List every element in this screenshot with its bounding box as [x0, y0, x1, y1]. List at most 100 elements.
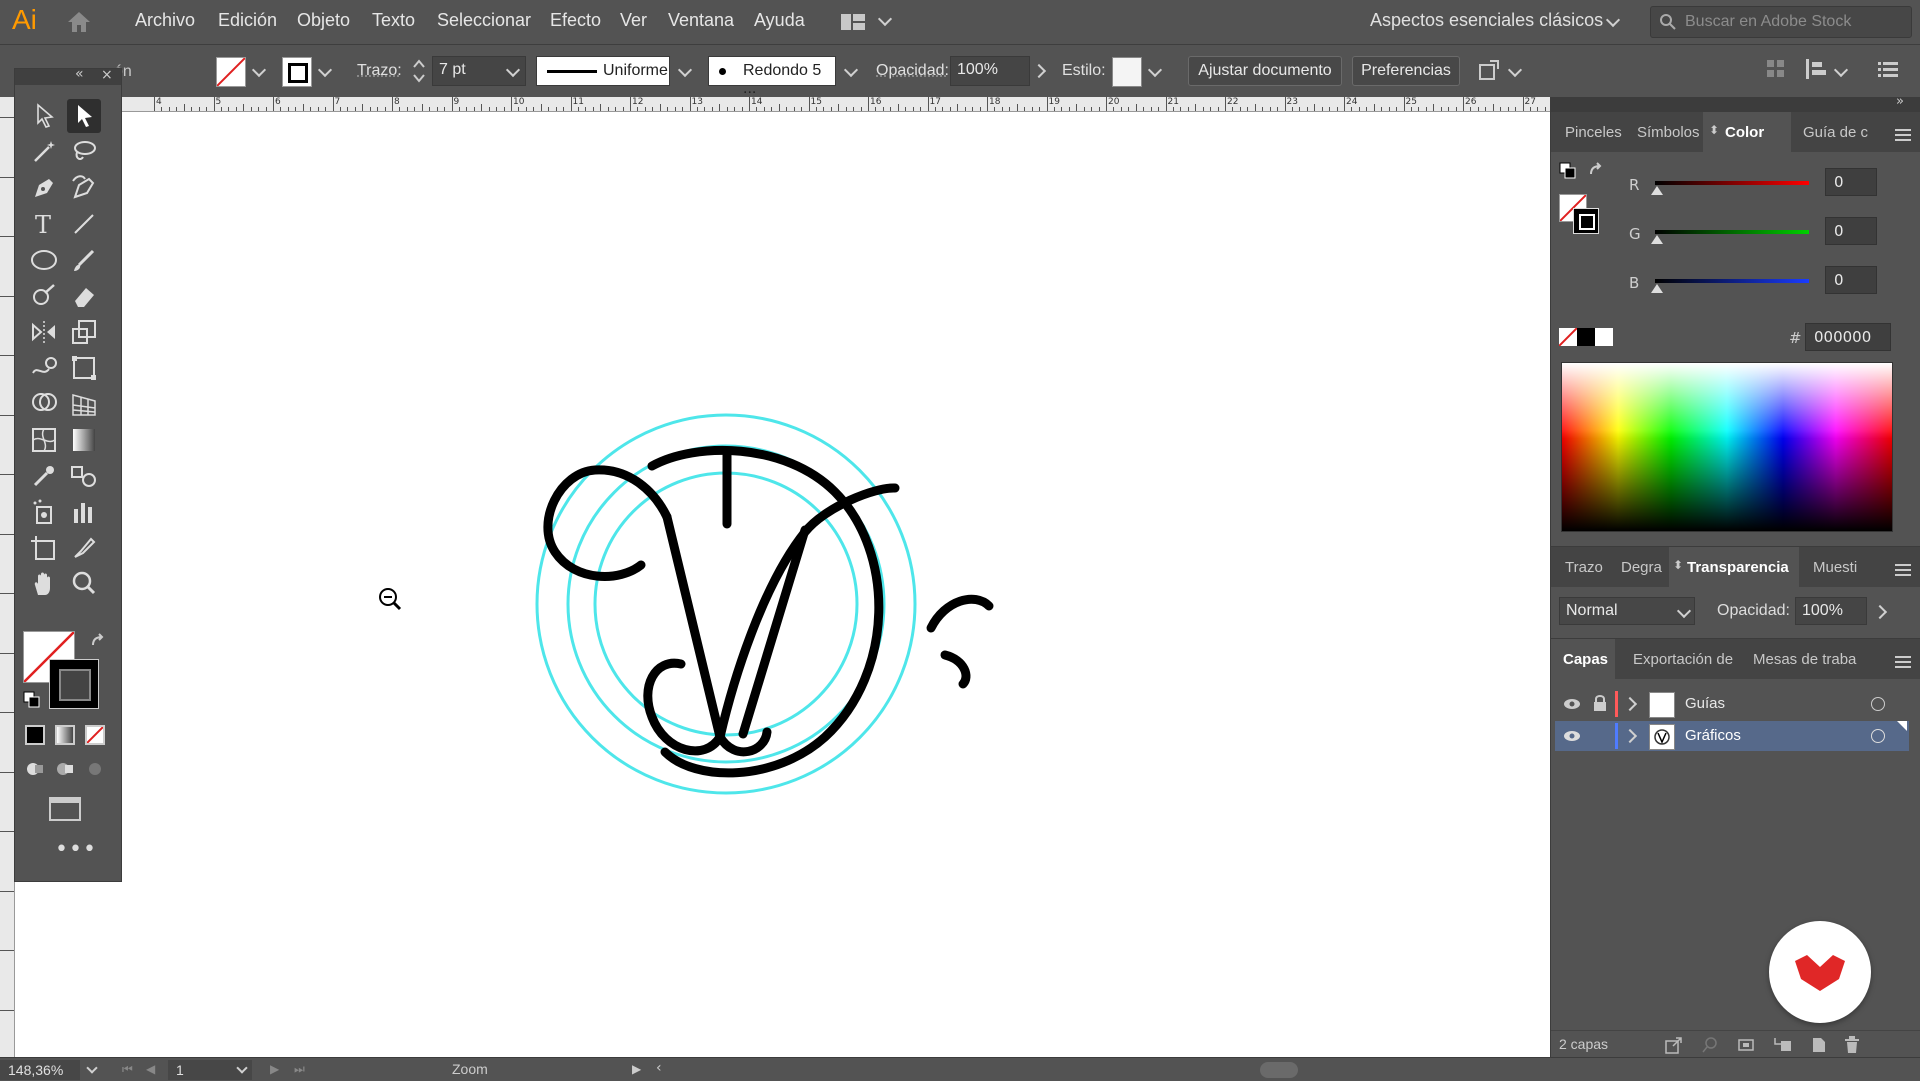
export-icon[interactable]: [1665, 1036, 1683, 1058]
menu-efecto[interactable]: Efecto: [550, 10, 601, 31]
default-colors-icon[interactable]: [23, 691, 41, 713]
expand-layer-icon[interactable]: [1623, 697, 1637, 711]
menu-edicion[interactable]: Edición: [218, 10, 277, 31]
brush-select[interactable]: Redondo 5 ...: [708, 56, 836, 86]
column-graph-tool-icon[interactable]: [67, 495, 101, 529]
line-tool-icon[interactable]: [67, 207, 101, 241]
layer-row-graficos[interactable]: Gráficos: [1555, 721, 1909, 751]
menu-texto[interactable]: Texto: [372, 10, 415, 31]
tab-artboards[interactable]: Mesas de traba: [1753, 651, 1856, 668]
layer-name[interactable]: Gráficos: [1685, 727, 1741, 744]
shape-builder-tool-icon[interactable]: [27, 387, 61, 421]
new-sublayer-icon[interactable]: [1773, 1036, 1793, 1058]
direct-selection-tool-icon[interactable]: [67, 99, 101, 133]
r-field[interactable]: 0: [1825, 168, 1877, 196]
draw-inside-icon[interactable]: [85, 759, 105, 783]
draw-behind-icon[interactable]: [55, 759, 75, 783]
draw-normal-icon[interactable]: [25, 759, 45, 783]
tab-layers[interactable]: Capas: [1563, 651, 1608, 668]
artboard[interactable]: [15, 112, 1550, 1057]
close-icon[interactable]: ×: [101, 67, 113, 83]
g-slider[interactable]: [1655, 230, 1809, 234]
shaper-tool-icon[interactable]: [27, 279, 61, 313]
expand-layer-icon[interactable]: [1623, 729, 1637, 743]
menu-objeto[interactable]: Objeto: [297, 10, 350, 31]
menu-ver[interactable]: Ver: [620, 10, 647, 31]
transparency-opacity-field[interactable]: 100%: [1795, 597, 1867, 625]
white-swatch[interactable]: [1595, 328, 1613, 346]
chevron-right-icon[interactable]: [1032, 64, 1046, 78]
stroke-stepper[interactable]: [410, 55, 428, 91]
style-swatch[interactable]: [1112, 57, 1142, 87]
paintbrush-tool-icon[interactable]: [67, 243, 101, 277]
tools-panel-header[interactable]: « ×: [15, 69, 121, 85]
home-icon[interactable]: [66, 10, 92, 38]
panel-stroke-swatch[interactable]: [1573, 208, 1599, 234]
last-artboard-icon[interactable]: ⏭: [294, 1062, 305, 1077]
none-swatch[interactable]: [1559, 328, 1577, 346]
workspace-switcher[interactable]: Aspectos esenciales clásicos: [1370, 10, 1603, 31]
mesh-tool-icon[interactable]: [27, 423, 61, 457]
chevron-down-icon[interactable]: [1508, 63, 1522, 77]
chevron-down-icon[interactable]: [878, 12, 892, 26]
stock-search[interactable]: Buscar en Adobe Stock: [1650, 6, 1912, 38]
vertical-ruler[interactable]: [0, 97, 15, 1057]
g-field[interactable]: 0: [1825, 217, 1877, 245]
visibility-eye-icon[interactable]: [1563, 728, 1581, 747]
tab-color-active[interactable]: ⬍ Color: [1703, 112, 1791, 152]
color-spectrum[interactable]: [1561, 362, 1893, 532]
tab-color[interactable]: Color: [1725, 124, 1764, 141]
visibility-eye-icon[interactable]: [1563, 696, 1581, 715]
blend-tool-icon[interactable]: [67, 459, 101, 493]
tab-symbols[interactable]: Símbolos: [1637, 124, 1700, 141]
tab-stroke[interactable]: Trazo: [1565, 559, 1603, 576]
prev-artboard-icon[interactable]: ◀: [146, 1062, 155, 1076]
horizontal-ruler[interactable]: 4 5 6 7 8 9 10 11 12 13 14 15 16 17 18 19 20 21 22 23 24 25 26…: [14, 97, 1550, 112]
expand-panels-icon[interactable]: »: [1896, 94, 1904, 109]
r-slider[interactable]: [1655, 181, 1809, 185]
hand-tool-icon[interactable]: [27, 567, 61, 601]
tab-layers-active[interactable]: Capas: [1551, 639, 1615, 679]
artboard-tool-icon[interactable]: [27, 531, 61, 565]
gradient-tool-icon[interactable]: [67, 423, 101, 457]
arrange-documents-icon[interactable]: [840, 12, 868, 36]
default-fill-stroke-icon[interactable]: [1559, 162, 1577, 184]
panel-menu-icon[interactable]: [1878, 61, 1898, 83]
tab-transparency-active[interactable]: ⬍ Transparencia: [1669, 547, 1799, 587]
ellipse-tool-icon[interactable]: [27, 243, 61, 277]
zoom-level-field[interactable]: 148,36%: [0, 1060, 80, 1080]
curvature-tool-icon[interactable]: [67, 171, 101, 205]
stroke-swatch[interactable]: [282, 57, 312, 87]
chevron-down-icon[interactable]: [678, 63, 692, 77]
magic-wand-tool-icon[interactable]: [27, 135, 61, 169]
collapse-icon[interactable]: «: [75, 66, 84, 82]
tab-transparency[interactable]: Transparencia: [1687, 559, 1789, 576]
chevron-down-icon[interactable]: [86, 1062, 97, 1073]
fill-swatch[interactable]: [216, 57, 246, 87]
symbol-sprayer-tool-icon[interactable]: [27, 495, 61, 529]
loose-stroke-2[interactable]: [945, 655, 966, 684]
next-artboard-icon[interactable]: ▶: [270, 1062, 279, 1076]
menu-ayuda[interactable]: Ayuda: [754, 10, 805, 31]
panel-menu-icon[interactable]: [1895, 561, 1911, 580]
selection-tool-icon[interactable]: [27, 99, 61, 133]
chevron-down-icon[interactable]: [252, 63, 266, 77]
v-left-stroke[interactable]: [667, 517, 720, 737]
artwork[interactable]: [15, 112, 1550, 1057]
eyedropper-tool-icon[interactable]: [27, 459, 61, 493]
locate-object-icon[interactable]: [1701, 1036, 1719, 1058]
chevron-down-icon[interactable]: [318, 63, 332, 77]
distribute-icon[interactable]: [1804, 57, 1828, 85]
chevron-down-icon[interactable]: [1148, 63, 1162, 77]
swap-fill-stroke-icon[interactable]: [1587, 162, 1605, 184]
free-transform-tool-icon[interactable]: [67, 351, 101, 385]
tab-gradient[interactable]: Degra: [1621, 559, 1662, 576]
target-circle-icon[interactable]: [1871, 729, 1885, 743]
chevron-down-icon[interactable]: [1834, 63, 1848, 77]
layer-row-guias[interactable]: Guías: [1555, 689, 1909, 719]
b-slider[interactable]: [1655, 279, 1809, 283]
tab-asset-export[interactable]: Exportación de: [1633, 651, 1733, 668]
panel-menu-icon[interactable]: [1895, 126, 1911, 145]
pen-tool-icon[interactable]: [27, 171, 61, 205]
menu-seleccionar[interactable]: Seleccionar: [437, 10, 531, 31]
